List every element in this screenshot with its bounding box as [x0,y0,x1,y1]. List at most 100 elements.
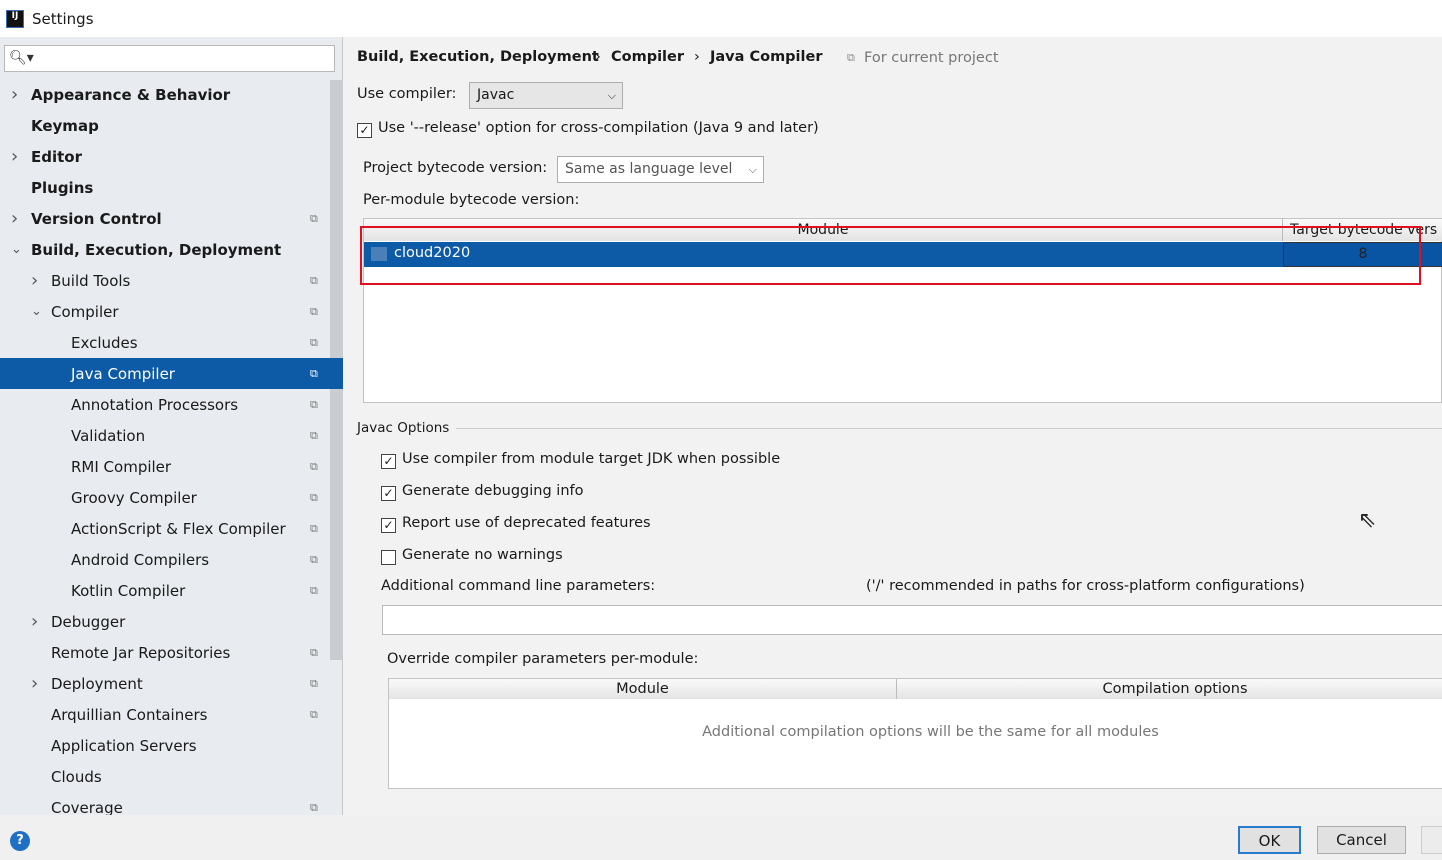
params-hint: ('/' recommended in paths for cross-plat… [866,578,1305,594]
help-icon[interactable]: ? [10,831,30,851]
sidebar-item-clouds[interactable]: Clouds [0,761,330,792]
sidebar-item-annotation-processors[interactable]: Annotation Processors ⧉ [0,389,330,420]
sidebar-item-deployment[interactable]: › Deployment ⧉ [0,668,330,699]
sidebar-item-label: RMI Compiler [71,457,172,476]
sidebar-item-compiler[interactable]: ⌄ Compiler ⧉ [0,296,330,327]
sidebar-item-appearance-behavior[interactable]: › Appearance & Behavior [0,79,330,110]
dialog-footer: ? OK Cancel [0,815,1442,860]
sidebar-item-label: Plugins [31,178,94,197]
breadcrumb-separator: › [595,49,601,65]
sidebar-item-build-execution-deployment[interactable]: ⌄ Build, Execution, Deployment [0,234,330,265]
section-divider [456,428,1442,429]
sidebar-item-label: Editor [31,147,82,166]
project-scope-icon: ⧉ [310,335,318,349]
sidebar-item-label: Build, Execution, Deployment [31,240,282,259]
column-header-module[interactable]: Module [389,679,897,699]
project-scope-icon: ⧉ [310,583,318,597]
sidebar-item-validation[interactable]: Validation ⧉ [0,420,330,451]
javac-option-checkbox[interactable]: ✓ [381,518,396,533]
sidebar-item-label: Kotlin Compiler [71,581,186,600]
project-scope-icon: ⧉ [310,211,318,225]
sidebar-item-label: Version Control [31,209,162,228]
sidebar-item-plugins[interactable]: Plugins [0,172,330,203]
sidebar-item-label: Validation [71,426,146,445]
javac-option-label: Report use of deprecated features [402,515,651,531]
chevron-right-icon[interactable]: › [31,270,38,291]
release-option-checkbox[interactable]: ✓ [357,123,372,138]
sidebar-item-remote-jar-repositories[interactable]: Remote Jar Repositories ⧉ [0,637,330,668]
bytecode-version-select[interactable]: Same as language level ⌵ [557,156,764,183]
sidebar-item-label: Remote Jar Repositories [51,643,231,662]
use-compiler-label: Use compiler: [357,86,457,102]
javac-option-checkbox[interactable]: ✓ [381,486,396,501]
sidebar-item-editor[interactable]: › Editor [0,141,330,172]
chevron-down-icon: ⌵ [607,89,616,102]
additional-params-input[interactable] [382,605,1442,635]
javac-option-label: Generate debugging info [402,483,584,499]
project-scope-icon: ⧉ [310,552,318,566]
sidebar-item-debugger[interactable]: › Debugger [0,606,330,637]
chevron-down-icon[interactable]: ⌄ [11,242,22,257]
sidebar-item-actionscript-flex-compiler[interactable]: ActionScript & Flex Compiler ⧉ [0,513,330,544]
ok-button[interactable]: OK [1238,826,1301,854]
sidebar-item-arquillian-containers[interactable]: Arquillian Containers ⧉ [0,699,330,730]
sidebar-item-build-tools[interactable]: › Build Tools ⧉ [0,265,330,296]
sidebar-item-android-compilers[interactable]: Android Compilers ⧉ [0,544,330,575]
sidebar-item-label: Coverage [51,798,123,817]
sidebar-item-label: Build Tools [51,271,131,290]
sidebar-item-excludes[interactable]: Excludes ⧉ [0,327,330,358]
compiler-select[interactable]: Javac ⌵ [469,82,623,109]
sidebar-item-label: Android Compilers [71,550,210,569]
project-scope-icon: ⧉ [310,459,318,473]
javac-option-label: Use compiler from module target JDK when… [402,451,781,467]
settings-search-input[interactable]: 🔍︎▾ [4,45,335,72]
sidebar-item-label: Application Servers [51,736,197,755]
chevron-down-icon[interactable]: ⌄ [31,304,42,319]
override-table: Module Compilation options Additional co… [388,678,1442,789]
empty-table-text: Additional compilation options will be t… [702,724,1159,740]
sidebar-item-label: Compiler [51,302,119,321]
chevron-right-icon[interactable]: › [11,146,18,167]
chevron-right-icon[interactable]: › [11,84,18,105]
params-label: Additional command line parameters: [381,578,656,594]
breadcrumb-separator: › [694,49,700,65]
sidebar-item-keymap[interactable]: Keymap [0,110,330,141]
sidebar-item-kotlin-compiler[interactable]: Kotlin Compiler ⧉ [0,575,330,606]
project-scope-icon: ⧉ [310,428,318,442]
apply-button[interactable] [1421,826,1442,854]
per-module-label: Per-module bytecode version: [363,192,580,208]
javac-option-checkbox[interactable] [381,550,396,565]
sidebar-item-label: ActionScript & Flex Compiler [71,519,286,538]
chevron-right-icon[interactable]: › [31,673,38,694]
project-scope-icon: ⧉ [310,800,318,814]
project-scope-icon: ⧉ [310,490,318,504]
sidebar-item-label: Excludes [71,333,138,352]
project-scope-icon: ⧉ [310,645,318,659]
sidebar-item-rmi-compiler[interactable]: RMI Compiler ⧉ [0,451,330,482]
sidebar-item-java-compiler[interactable]: Java Compiler ⧉ [0,358,343,389]
project-scope-icon: ⧉ [310,304,318,318]
javac-options-heading: Javac Options [357,420,450,436]
javac-option-checkbox[interactable]: ✓ [381,454,396,469]
mouse-cursor-icon: ⇖ [1358,508,1377,533]
project-scope-icon: ⧉ [310,366,318,380]
column-header-options[interactable]: Compilation options [897,679,1442,699]
sidebar-item-label: Clouds [51,767,102,786]
project-scope-icon: ⧉ [847,51,855,64]
sidebar-item-label: Java Compiler [71,364,175,383]
sidebar-item-groovy-compiler[interactable]: Groovy Compiler ⧉ [0,482,330,513]
project-scope-icon: ⧉ [310,397,318,411]
sidebar-item-application-servers[interactable]: Application Servers [0,730,330,761]
sidebar-item-label: Groovy Compiler [71,488,197,507]
chevron-right-icon[interactable]: › [31,611,38,632]
sidebar-item-label: Appearance & Behavior [31,85,231,104]
sidebar-item-label: Arquillian Containers [51,705,208,724]
project-scope-icon: ⧉ [310,676,318,690]
override-label: Override compiler parameters per-module: [387,651,699,667]
cancel-button[interactable]: Cancel [1317,826,1406,854]
sidebar-item-label: Annotation Processors [71,395,239,414]
chevron-right-icon[interactable]: › [11,208,18,229]
sidebar-item-label: Deployment [51,674,143,693]
breadcrumb-part-1: Build, Execution, Deployment [357,49,599,65]
sidebar-item-version-control[interactable]: › Version Control ⧉ [0,203,330,234]
